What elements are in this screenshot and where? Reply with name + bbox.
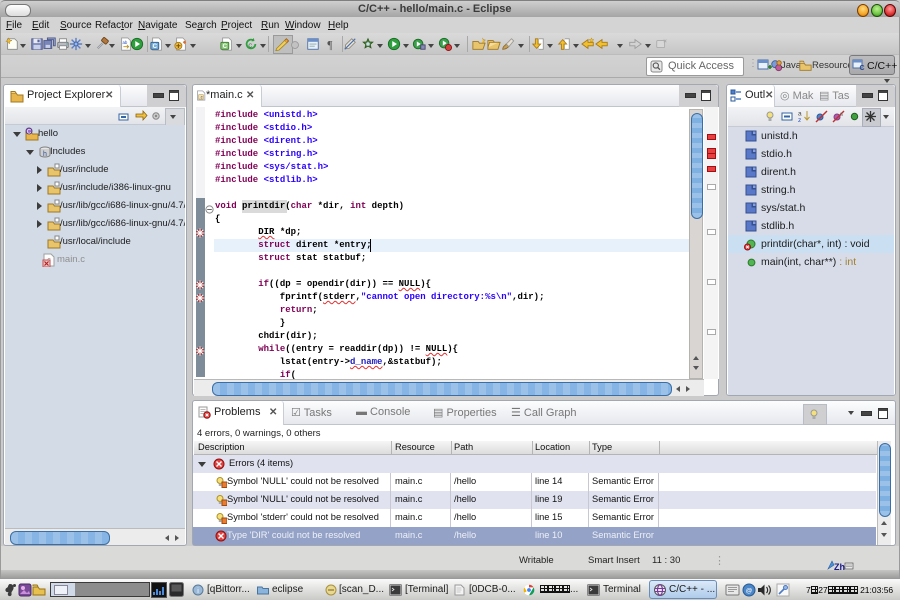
svg-text:z: z xyxy=(798,117,801,123)
svg-text:.c: .c xyxy=(199,95,202,100)
svg-text:h: h xyxy=(43,151,47,158)
svg-text:C: C xyxy=(153,43,158,50)
svg-text:s: s xyxy=(840,112,843,118)
svg-text:C: C xyxy=(248,44,252,50)
svg-text:¶: ¶ xyxy=(327,39,333,51)
svg-text:@: @ xyxy=(746,588,753,595)
svg-text:C: C xyxy=(223,43,228,50)
svg-text:C: C xyxy=(27,129,32,135)
svg-text:ab: ab xyxy=(123,40,128,45)
svg-text:Zh: Zh xyxy=(834,562,845,572)
svg-text:C: C xyxy=(859,65,864,72)
